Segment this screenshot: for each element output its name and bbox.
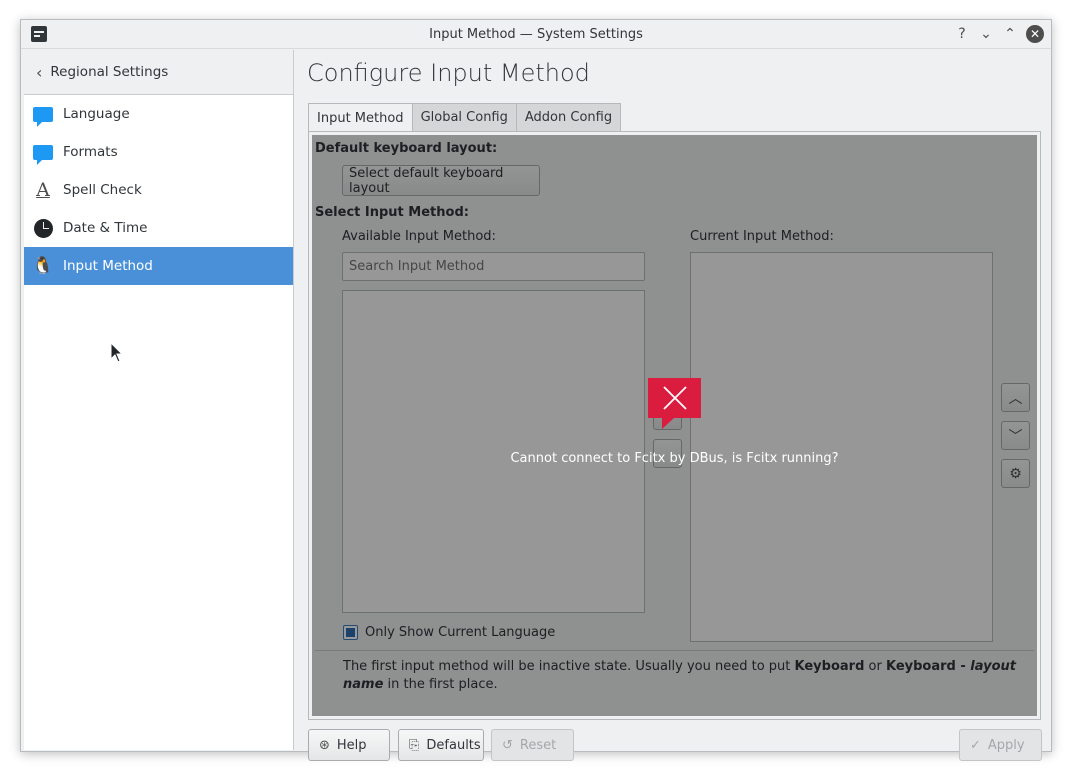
tab-panel: Default keyboard layout: Select default …	[308, 131, 1041, 720]
close-icon[interactable]: ✕	[1026, 25, 1044, 43]
sidebar-item-spell-check[interactable]: A Spell Check	[24, 171, 293, 209]
defaults-icon: ⎘	[409, 737, 420, 753]
mouse-cursor-icon	[111, 343, 123, 363]
sidebar-item-date-time[interactable]: Date & Time	[24, 209, 293, 247]
tab-bar: Input Method Global Config Addon Config	[308, 103, 622, 132]
speech-bubble-icon	[33, 104, 53, 127]
letter-a-icon: A	[36, 179, 50, 201]
defaults-button[interactable]: ⎘ Defaults	[398, 729, 484, 761]
maximize-icon[interactable]: ⌃	[1001, 25, 1019, 43]
sidebar-item-input-method[interactable]: 🐧 Input Method	[24, 247, 293, 285]
tab-addon-config[interactable]: Addon Config	[515, 103, 622, 131]
speech-bubble-icon	[33, 142, 53, 165]
checkmark-icon: ✓	[970, 737, 981, 753]
window-title: Input Method — System Settings	[429, 27, 643, 42]
system-settings-window: Input Method — System Settings ? ⌄ ⌃ ✕ ‹…	[20, 19, 1052, 761]
error-message: Cannot connect to Fcitx by DBus, is Fcit…	[510, 451, 839, 466]
chevron-left-icon: ‹	[36, 62, 43, 82]
main-content: Configure Input Method Input Method Glob…	[295, 50, 1051, 761]
apply-button[interactable]: ✓ Apply	[959, 729, 1042, 761]
help-lifebuoy-icon: ⊛	[319, 737, 330, 753]
sidebar-item-label: Formats	[63, 144, 118, 160]
tab-global-config[interactable]: Global Config	[411, 103, 517, 131]
tab-input-method[interactable]: Input Method	[308, 103, 413, 132]
clock-icon	[33, 218, 53, 238]
reset-icon: ↺	[502, 737, 513, 753]
minimize-icon[interactable]: ⌄	[977, 25, 995, 43]
reset-button[interactable]: ↺ Reset	[491, 729, 574, 761]
sidebar-item-formats[interactable]: Formats	[24, 133, 293, 171]
sidebar-item-language[interactable]: Language	[24, 95, 293, 133]
tux-penguin-icon: 🐧	[32, 256, 54, 276]
sidebar: ‹ Regional Settings Language Formats A S…	[24, 50, 294, 750]
back-label: Regional Settings	[50, 64, 169, 80]
title-bar: Input Method — System Settings ? ⌄ ⌃ ✕	[21, 20, 1051, 49]
sidebar-item-label: Input Method	[63, 258, 153, 274]
sidebar-item-label: Spell Check	[63, 182, 142, 198]
error-overlay: Cannot connect to Fcitx by DBus, is Fcit…	[312, 135, 1037, 716]
page-title: Configure Input Method	[307, 59, 590, 87]
help-icon[interactable]: ?	[953, 25, 971, 43]
back-to-regional-settings[interactable]: ‹ Regional Settings	[24, 50, 293, 95]
help-button[interactable]: ⊛ Help	[308, 729, 390, 761]
sidebar-item-label: Language	[63, 106, 130, 122]
sidebar-list: Language Formats A Spell Check Date & Ti…	[24, 95, 293, 285]
error-icon	[648, 378, 701, 429]
sidebar-item-label: Date & Time	[63, 220, 148, 236]
